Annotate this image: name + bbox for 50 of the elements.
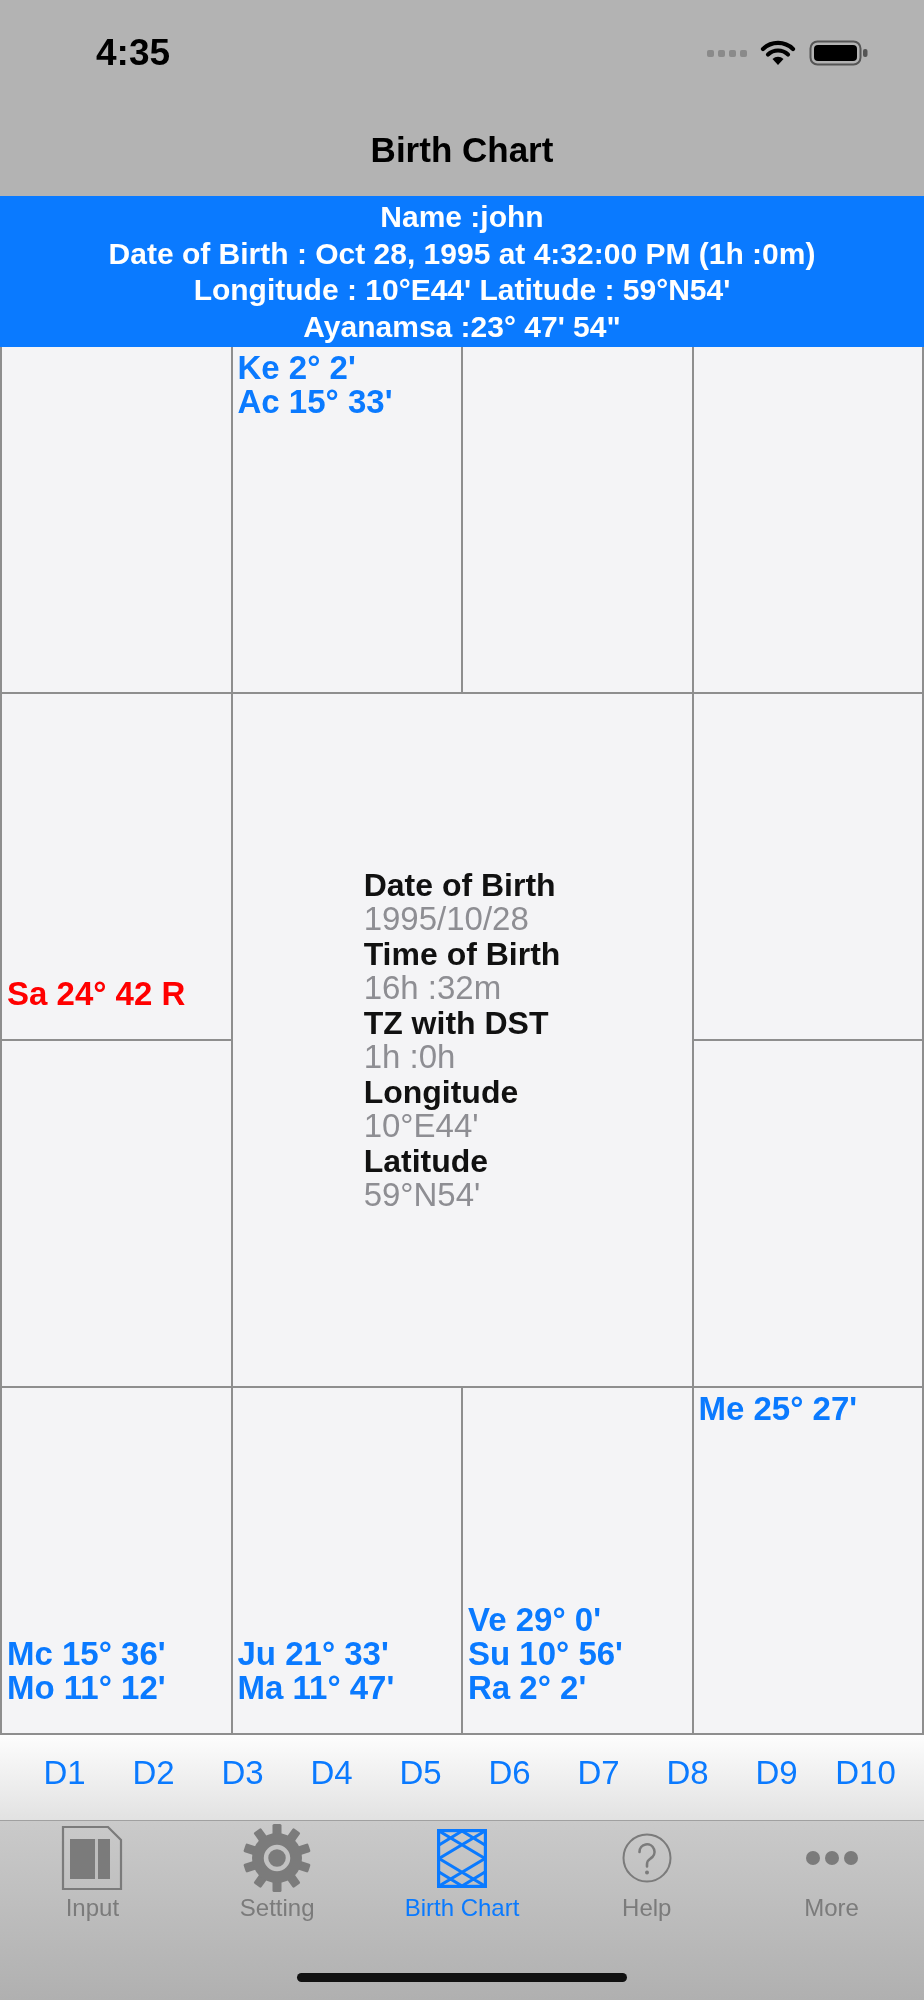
center-value: 16h :32m xyxy=(363,971,502,1006)
planet-position: Ju 21° 33' xyxy=(237,1637,389,1671)
more-icon xyxy=(804,1850,859,1866)
division-tab[interactable]: D8 xyxy=(643,1742,732,1803)
division-tab[interactable]: D4 xyxy=(287,1742,376,1803)
help-icon xyxy=(621,1833,672,1883)
center-label: Date of Birth xyxy=(363,867,556,902)
center-value: 1h :0h xyxy=(363,1040,456,1075)
division-tab[interactable]: D7 xyxy=(554,1742,643,1803)
center-value: 1995/10/28 xyxy=(363,902,529,937)
division-tab[interactable]: D1 xyxy=(20,1742,109,1803)
division-tab[interactable]: D3 xyxy=(198,1742,287,1803)
tab-bar-item[interactable]: More xyxy=(739,1821,924,1921)
division-tab[interactable]: D5 xyxy=(376,1742,465,1803)
tab-bar-item[interactable]: Setting xyxy=(184,1821,370,1921)
banner-text: Date of Birth : Oct 28, 1995 at 4:32:00 PM (1h :0m) xyxy=(108,235,816,272)
tab-bar-item[interactable]: Help xyxy=(554,1821,740,1921)
division-tab[interactable]: D6 xyxy=(465,1742,554,1803)
gear-icon xyxy=(242,1823,313,1893)
wifi-icon xyxy=(760,40,796,66)
division-tab[interactable]: D2 xyxy=(109,1742,198,1803)
center-label: Latitude xyxy=(363,1143,489,1178)
tab-bar-item[interactable]: Input xyxy=(0,1821,185,1921)
planet-position: Mc 15° 36' xyxy=(7,1637,166,1671)
banner-text: Ayanamsa :23° 47' 54" xyxy=(303,308,621,345)
signal-icon xyxy=(707,49,747,57)
planet-position: Ve 29° 0' xyxy=(468,1603,601,1637)
planet-position: Ke 2° 2' xyxy=(237,351,356,385)
planet-position: Sa 24° 42 R xyxy=(7,977,186,1011)
status-time: 4:35 xyxy=(96,32,171,74)
tab-bar-item[interactable]: Birth Chart xyxy=(369,1821,555,1921)
battery-icon xyxy=(809,40,868,66)
center-label: Longitude xyxy=(363,1074,519,1109)
center-label: TZ with DST xyxy=(363,1005,549,1040)
planet-position: Ac 15° 33' xyxy=(237,385,393,419)
banner-text: Longitude : 10°E44' Latitude : 59°N54' xyxy=(193,272,731,309)
center-value: 10°E44' xyxy=(363,1109,479,1144)
center-value: 59°N54' xyxy=(363,1178,481,1213)
planet-position: Me 25° 27' xyxy=(698,1392,858,1426)
screen-title: Birth Chart xyxy=(370,130,554,170)
planet-position: Ma 11° 47' xyxy=(237,1671,395,1705)
banner-text: Name :john xyxy=(380,199,544,235)
planet-position: Mo 11° 12' xyxy=(7,1671,166,1705)
center-label: Time of Birth xyxy=(363,936,561,971)
planet-position: Su 10° 56' xyxy=(468,1637,623,1671)
division-tab[interactable]: D9 xyxy=(732,1742,821,1803)
document-icon xyxy=(61,1825,124,1891)
lattice-icon xyxy=(437,1828,487,1888)
planet-position: Ra 2° 2' xyxy=(468,1671,587,1705)
division-tab[interactable]: D10 xyxy=(821,1742,910,1803)
